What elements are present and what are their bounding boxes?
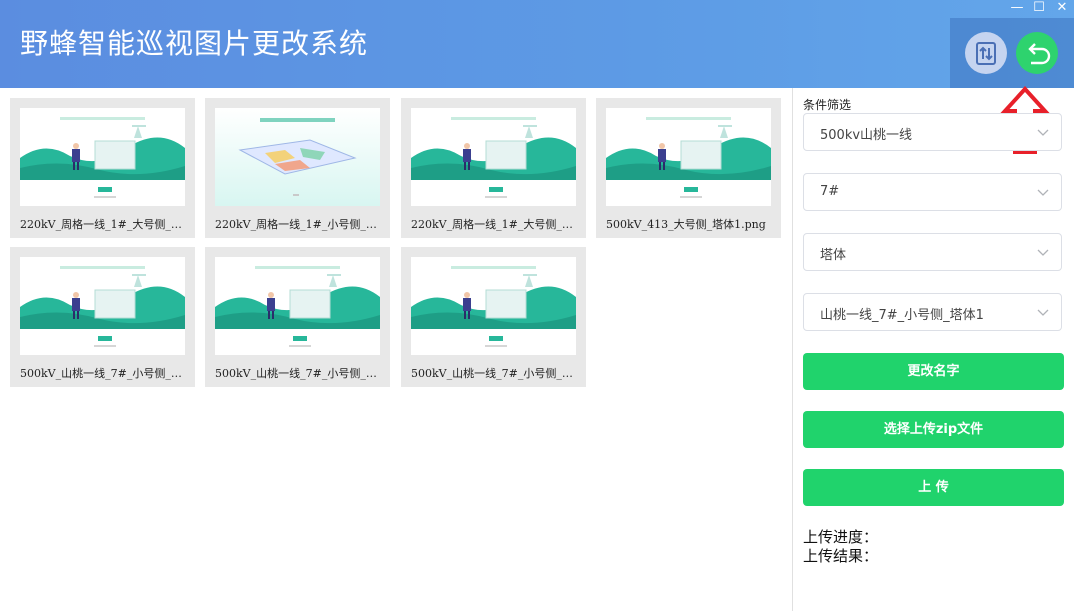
image-thumbnail[interactable]: 220kV_周格一线_1#_大号侧_塔体2.png (401, 98, 586, 238)
name-select[interactable]: 山桃一线_7#_小号侧_塔体1 (803, 293, 1062, 331)
sidebar-panel: 条件筛选 500kv山桃一线 7# 塔体 山桃一线_7#_小号侧_塔体1 更改名… (792, 88, 1074, 611)
image-thumbnail[interactable]: 220kV_周格一线_1#_小号侧_塔体1.png (205, 98, 390, 238)
thumbnail-caption: 500kV_413_大号侧_塔体1.png (606, 218, 766, 231)
minimize-button[interactable]: — (1006, 0, 1028, 16)
upload-progress-label: 上传进度： (803, 528, 879, 546)
part-select[interactable]: 塔体 (803, 233, 1062, 271)
back-button[interactable] (1016, 32, 1058, 74)
close-button[interactable]: ✕ (1051, 0, 1073, 16)
chevron-down-icon (1037, 249, 1049, 256)
upload-button[interactable]: 上 传 (803, 469, 1064, 506)
sort-icon (976, 42, 996, 65)
title-bar: 野蜂智能巡视图片更改系统 — ☐ ✕ (0, 0, 1074, 88)
thumbnail-caption: 500kV_山桃一线_7#_小号侧_塔体3.png (411, 367, 578, 380)
thumbnail-image (606, 108, 771, 206)
chevron-down-icon (1037, 309, 1049, 316)
thumbnail-image (215, 108, 380, 206)
sort-button[interactable] (965, 32, 1007, 74)
part-select-value: 塔体 (820, 248, 847, 263)
line-select-value: 500kv山桃一线 (820, 128, 913, 143)
filter-label: 条件筛选 (803, 98, 852, 112)
upload-result-label: 上传结果： (803, 547, 879, 565)
image-thumbnail[interactable]: 500kV_山桃一线_7#_小号侧_塔体1.png (10, 247, 195, 387)
thumbnail-caption: 220kV_周格一线_1#_大号侧_塔体2.png (411, 218, 578, 231)
chevron-down-icon (1037, 129, 1049, 136)
maximize-button[interactable]: ☐ (1028, 0, 1050, 16)
thumbnail-image (215, 257, 380, 355)
image-thumbnail[interactable]: 500kV_山桃一线_7#_小号侧_塔体3.png (401, 247, 586, 387)
thumbnail-image (20, 108, 185, 206)
line-select[interactable]: 500kv山桃一线 (803, 113, 1062, 151)
image-thumbnail[interactable]: 500kV_山桃一线_7#_小号侧_塔体2.png (205, 247, 390, 387)
image-thumbnail[interactable]: 500kV_413_大号侧_塔体1.png (596, 98, 781, 238)
tower-number-select[interactable]: 7# (803, 173, 1062, 211)
image-thumbnail[interactable]: 220kV_周格一线_1#_大号侧_塔体1.png (10, 98, 195, 238)
return-arrow-icon (1028, 43, 1051, 65)
thumbnail-caption: 500kV_山桃一线_7#_小号侧_塔体2.png (215, 367, 382, 380)
name-select-value: 山桃一线_7#_小号侧_塔体1 (820, 308, 984, 323)
thumbnail-caption: 220kV_周格一线_1#_大号侧_塔体1.png (20, 218, 187, 231)
tower-number-select-value: 7# (820, 184, 840, 199)
thumbnail-image (411, 108, 576, 206)
thumbnail-caption: 500kV_山桃一线_7#_小号侧_塔体1.png (20, 367, 187, 380)
thumbnail-image (20, 257, 185, 355)
choose-zip-button[interactable]: 选择上传zip文件 (803, 411, 1064, 448)
thumbnail-image (411, 257, 576, 355)
app-title: 野蜂智能巡视图片更改系统 (20, 27, 369, 60)
chevron-down-icon (1037, 189, 1049, 196)
rename-button[interactable]: 更改名字 (803, 353, 1064, 390)
thumbnail-caption: 220kV_周格一线_1#_小号侧_塔体1.png (215, 218, 382, 231)
